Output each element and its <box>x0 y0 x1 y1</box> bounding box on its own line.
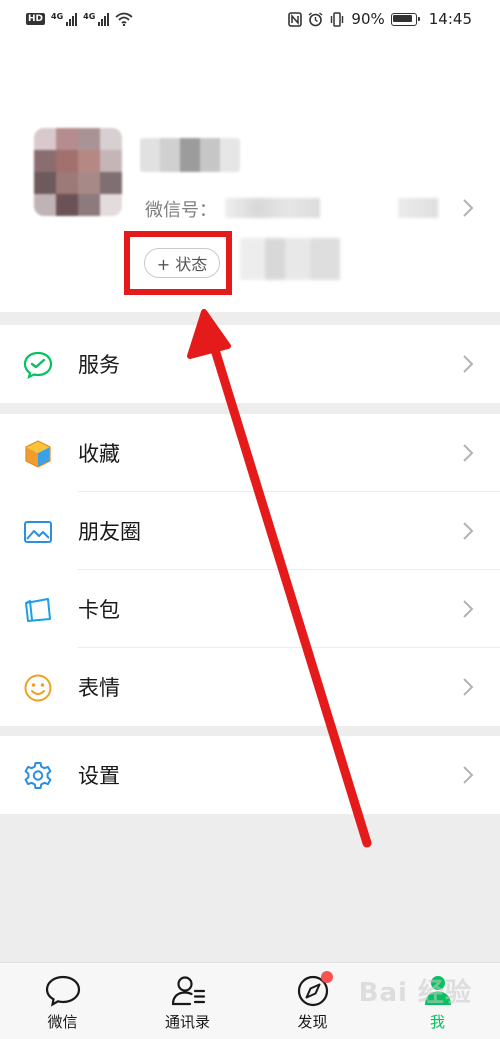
nfc-icon <box>288 11 303 27</box>
wechat-id-label: 微信号： <box>145 200 217 221</box>
highlight-box <box>124 231 232 295</box>
menu-label-settings: 设置 <box>78 764 120 788</box>
menu-group-services: 服务 <box>0 325 500 403</box>
contacts-person-icon <box>171 976 205 1006</box>
wifi-icon <box>115 12 133 26</box>
notification-badge <box>321 971 333 983</box>
chat-bubble-icon <box>45 975 80 1007</box>
chevron-right-icon <box>463 199 474 217</box>
menu-item-moments[interactable]: 朋友圈 <box>0 492 500 570</box>
wallet-card-icon <box>25 598 51 622</box>
me-person-icon <box>424 976 451 1005</box>
gear-icon <box>24 762 52 789</box>
menu-item-settings[interactable]: 设置 <box>0 736 500 814</box>
battery-icon <box>390 12 420 26</box>
menu-label-favorites: 收藏 <box>78 442 120 466</box>
network-type-1: 4G <box>51 12 64 21</box>
alarm-icon <box>308 11 323 26</box>
chevron-right-icon <box>463 600 474 618</box>
vibrate-icon <box>331 11 344 27</box>
favorites-cube-icon <box>25 440 51 468</box>
clock-time: 14:45 <box>428 10 472 28</box>
tab-label: 发现 <box>297 1013 328 1031</box>
tab-discover[interactable]: 发现 <box>250 963 375 1039</box>
wechat-id-blurred <box>225 198 320 218</box>
chevron-right-icon <box>463 678 474 696</box>
menu-group-main: 收藏 朋友圈 卡包 表情 <box>0 414 500 726</box>
wechat-id-blurred-tail <box>398 198 438 218</box>
menu-label-services: 服务 <box>78 353 120 377</box>
status-bar: HD 4G 4G 90% 14:45 <box>0 0 500 38</box>
avatar[interactable] <box>34 128 122 216</box>
menu-item-cards[interactable]: 卡包 <box>0 570 500 648</box>
menu-item-favorites[interactable]: 收藏 <box>0 414 500 492</box>
status-area-blurred <box>240 238 340 280</box>
menu-item-stickers[interactable]: 表情 <box>0 648 500 726</box>
moments-photo-icon <box>24 521 52 543</box>
signal-icon <box>66 12 78 26</box>
menu-group-settings: 设置 <box>0 736 500 814</box>
tab-contacts[interactable]: 通讯录 <box>125 963 250 1039</box>
chevron-right-icon <box>463 444 474 462</box>
network-type-2: 4G <box>83 12 96 21</box>
signal-icon <box>98 12 110 26</box>
chevron-right-icon <box>463 766 474 784</box>
services-icon <box>23 351 53 380</box>
nickname-blurred <box>140 138 240 172</box>
smiley-face-icon <box>24 674 52 702</box>
menu-label-stickers: 表情 <box>78 676 120 700</box>
menu-item-services[interactable]: 服务 <box>0 325 500 403</box>
menu-label-cards: 卡包 <box>78 598 120 622</box>
status-right: 90% 14:45 <box>288 10 472 28</box>
tab-label: 我 <box>429 1013 445 1031</box>
battery-percent: 90% <box>351 10 385 28</box>
status-left: HD 4G 4G <box>26 12 133 26</box>
tab-label: 通讯录 <box>164 1013 210 1031</box>
tab-label: 微信 <box>47 1013 78 1031</box>
bottom-tab-bar: 微信 通讯录 发现 我 <box>0 962 500 1039</box>
menu-label-moments: 朋友圈 <box>78 520 141 544</box>
tab-me[interactable]: 我 <box>375 963 500 1039</box>
chevron-right-icon <box>463 355 474 373</box>
profile-header[interactable]: 微信号： + 状态 <box>0 38 500 312</box>
tab-chats[interactable]: 微信 <box>0 963 125 1039</box>
hd-badge: HD <box>26 13 46 25</box>
chevron-right-icon <box>463 522 474 540</box>
